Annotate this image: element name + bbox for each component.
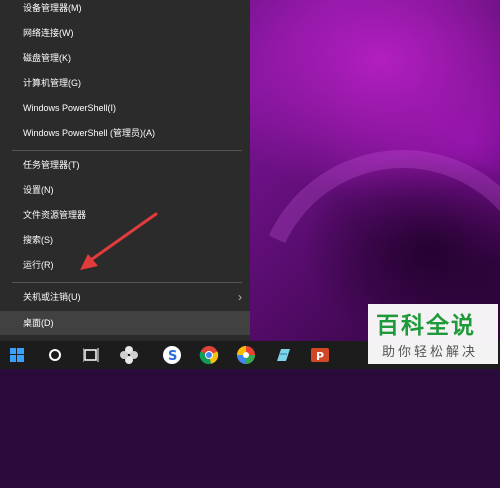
annotation-arrow-icon — [80, 212, 158, 270]
notepad-icon[interactable] — [268, 341, 298, 369]
svg-text:P: P — [316, 350, 324, 363]
menu-separator — [12, 282, 242, 283]
cortana-icon[interactable] — [40, 341, 70, 369]
task-view-icon[interactable] — [76, 341, 106, 369]
chevron-right-icon: › — [238, 290, 242, 304]
color-wheel-icon[interactable] — [231, 341, 261, 369]
chrome-icon[interactable] — [194, 341, 224, 369]
watermark-subtitle: 助你轻松解决 — [382, 344, 479, 359]
menu-item-network-connections[interactable]: 网络连接(W) — [0, 21, 250, 45]
wallpaper-swirl — [213, 108, 500, 488]
menu-item-disk-management[interactable]: 磁盘管理(K) — [0, 46, 250, 70]
winx-context-menu: 设备管理器(M) 网络连接(W) 磁盘管理(K) 计算机管理(G) Window… — [0, 0, 250, 341]
menu-item-powershell[interactable]: Windows PowerShell(I) — [0, 96, 250, 120]
powerpoint-icon[interactable]: P — [305, 341, 335, 369]
menu-item-device-manager[interactable]: 设备管理器(M) — [0, 0, 250, 20]
menu-item-desktop[interactable]: 桌面(D) — [0, 311, 250, 335]
menu-item-settings[interactable]: 设置(N) — [0, 178, 250, 202]
watermark-logo: 百科全说 助你轻松解决 — [368, 304, 498, 364]
menu-item-task-manager[interactable]: 任务管理器(T) — [0, 153, 250, 177]
menu-separator — [12, 150, 242, 151]
watermark-title: 百科全说 — [376, 312, 476, 338]
sogou-icon[interactable]: S — [157, 341, 187, 369]
menu-item-computer-management[interactable]: 计算机管理(G) — [0, 71, 250, 95]
windows-start-icon[interactable] — [2, 341, 32, 369]
svg-text:S: S — [168, 349, 177, 364]
menu-item-label: 关机或注销(U) — [23, 292, 81, 302]
menu-item-shutdown-signout[interactable]: 关机或注销(U) › — [0, 285, 250, 309]
app-fan-icon[interactable] — [114, 341, 144, 369]
menu-item-powershell-admin[interactable]: Windows PowerShell (管理员)(A) — [0, 121, 250, 145]
